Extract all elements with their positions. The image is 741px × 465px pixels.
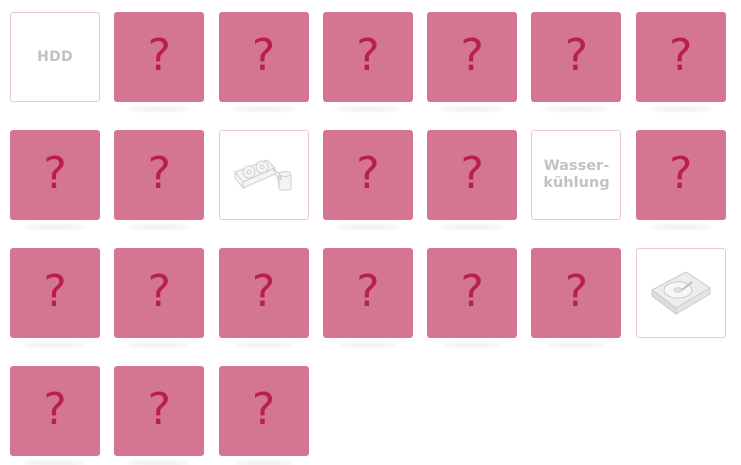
memory-card-hidden[interactable]: ? <box>218 12 309 102</box>
question-mark-icon: ? <box>669 30 693 81</box>
hard-drive-icon <box>646 264 716 322</box>
question-mark-icon: ? <box>251 384 276 435</box>
memory-card-hidden[interactable]: ? <box>114 248 205 338</box>
question-mark-icon: ? <box>147 148 171 199</box>
question-mark-icon: ? <box>669 148 693 199</box>
question-mark-icon: ? <box>251 30 276 81</box>
question-mark-icon: ? <box>43 384 67 435</box>
question-mark-icon: ? <box>43 266 67 317</box>
card-label: Wasser- kühlung <box>543 157 610 191</box>
memory-card-hidden[interactable]: ? <box>114 12 205 102</box>
memory-card-hidden[interactable]: ? <box>322 12 413 102</box>
question-mark-icon: ? <box>460 30 484 81</box>
memory-card-hidden[interactable]: ? <box>114 366 205 456</box>
question-mark-icon: ? <box>356 30 380 81</box>
memory-card-open[interactable]: HDD <box>10 12 100 102</box>
memory-card-hidden[interactable]: ? <box>114 130 205 220</box>
memory-card-hidden[interactable]: ? <box>322 130 413 220</box>
memory-card-hidden[interactable]: ? <box>531 248 622 338</box>
question-mark-icon: ? <box>147 266 171 317</box>
memory-card-hidden[interactable]: ? <box>10 248 100 338</box>
card-label: HDD <box>37 48 73 65</box>
memory-card-hidden[interactable]: ? <box>635 130 726 220</box>
memory-card-hidden[interactable]: ? <box>322 248 413 338</box>
question-mark-icon: ? <box>460 266 484 317</box>
memory-card-hidden[interactable]: ? <box>218 248 309 338</box>
memory-card-open[interactable] <box>218 130 309 220</box>
memory-card-hidden[interactable]: ? <box>10 366 100 456</box>
question-mark-icon: ? <box>564 266 589 317</box>
question-mark-icon: ? <box>460 148 484 199</box>
memory-card-hidden[interactable]: ? <box>10 130 100 220</box>
question-mark-icon: ? <box>251 266 276 317</box>
memory-card-hidden[interactable]: ? <box>427 12 518 102</box>
memory-board: HDD???????? ?? Wasser- kühlung??????? ? … <box>10 12 726 456</box>
question-mark-icon: ? <box>564 30 589 81</box>
memory-card-hidden[interactable]: ? <box>427 248 518 338</box>
water-cooling-icon <box>229 150 299 200</box>
memory-card-hidden[interactable]: ? <box>427 130 518 220</box>
question-mark-icon: ? <box>356 266 380 317</box>
memory-card-hidden[interactable]: ? <box>218 366 309 456</box>
question-mark-icon: ? <box>356 148 380 199</box>
memory-card-open[interactable]: Wasser- kühlung <box>531 130 622 220</box>
memory-card-open[interactable] <box>635 248 726 338</box>
question-mark-icon: ? <box>147 30 171 81</box>
question-mark-icon: ? <box>147 384 171 435</box>
question-mark-icon: ? <box>43 148 67 199</box>
memory-card-hidden[interactable]: ? <box>635 12 726 102</box>
memory-card-hidden[interactable]: ? <box>531 12 622 102</box>
